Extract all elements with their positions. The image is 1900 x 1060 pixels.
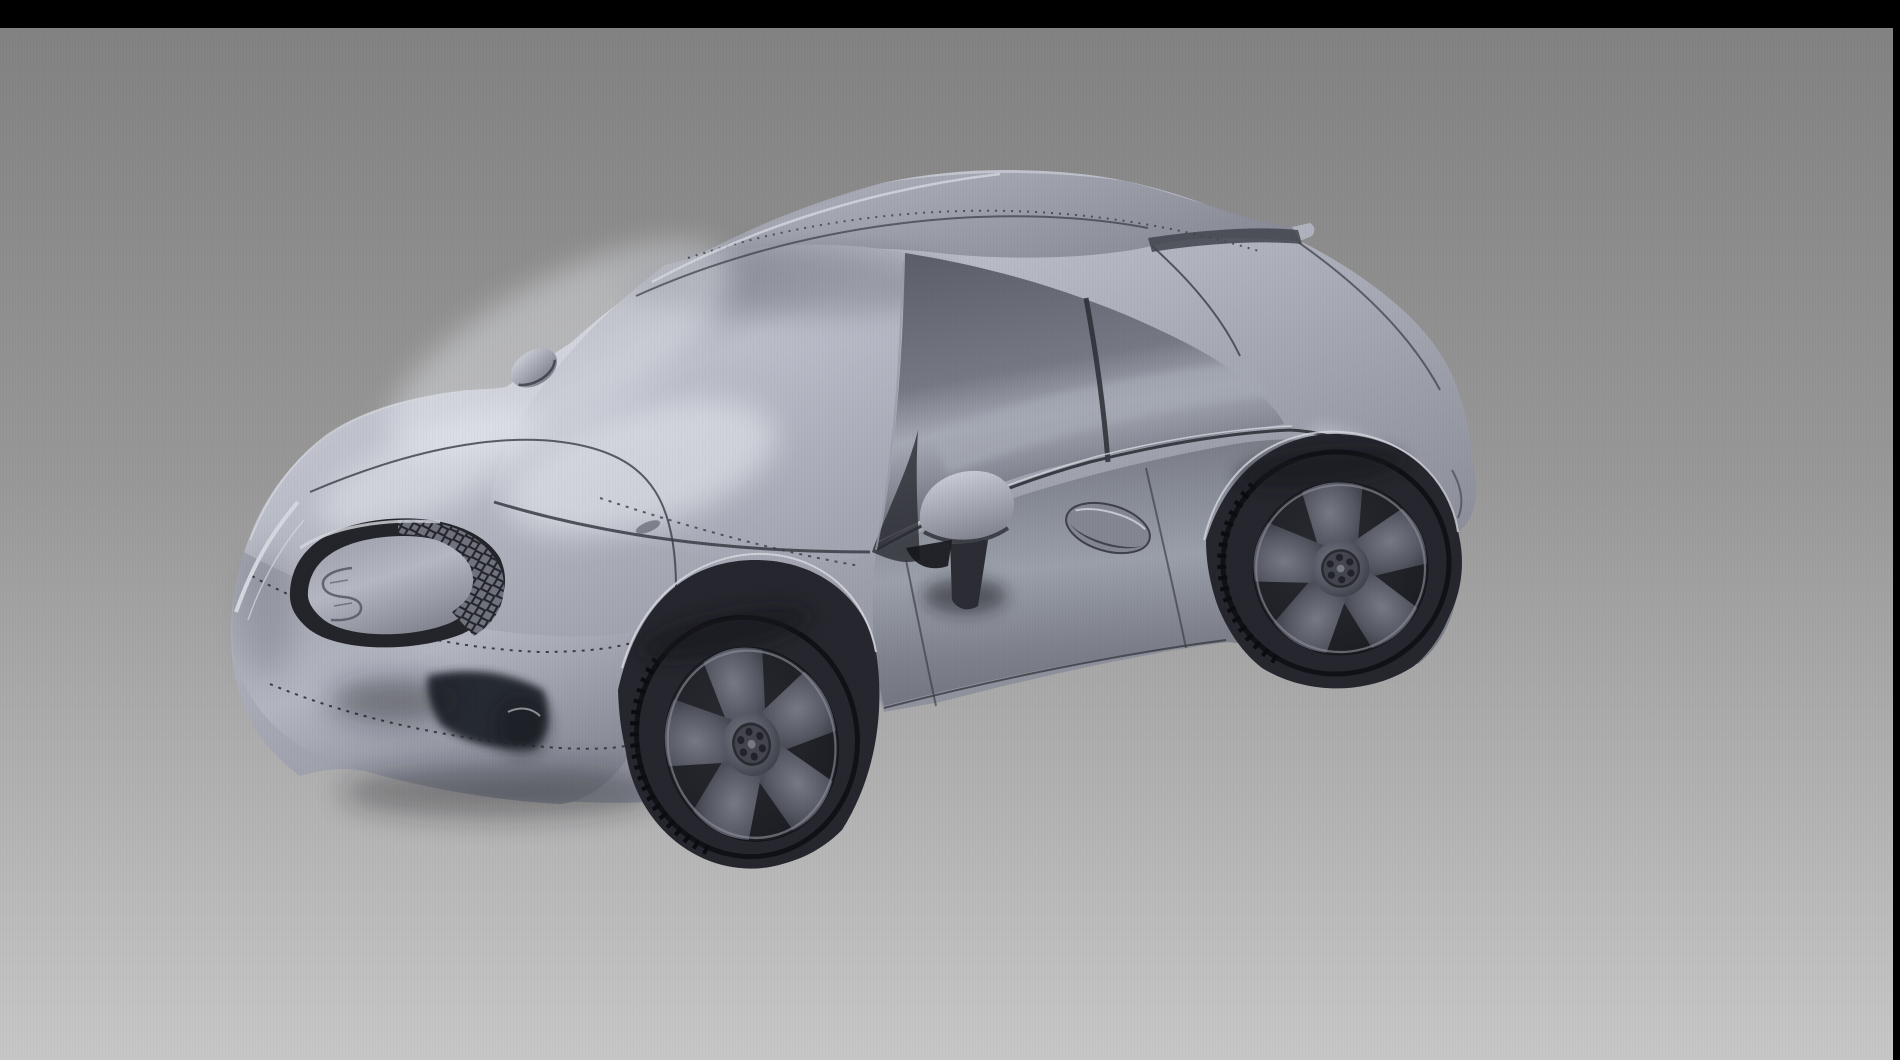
window-frame-top — [0, 0, 1900, 28]
foglight-pod — [494, 696, 550, 756]
front-grille — [290, 518, 505, 647]
bumper-underside-shade — [340, 766, 660, 818]
front-left-shade — [240, 550, 296, 674]
cad-viewport[interactable] — [0, 0, 1900, 1060]
intake-shadow — [330, 678, 454, 722]
application-window — [0, 0, 1900, 1060]
window-frame-right — [1893, 0, 1900, 1060]
